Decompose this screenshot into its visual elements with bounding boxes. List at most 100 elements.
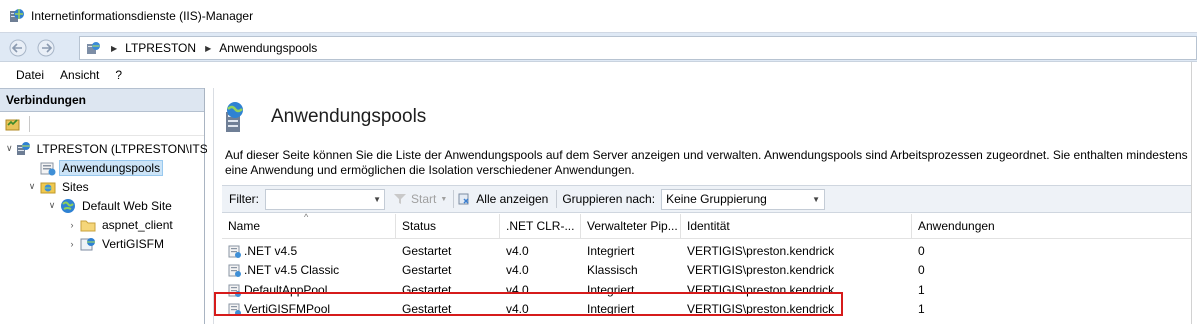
toolbar-divider	[29, 115, 30, 132]
table-row[interactable]: .NET v4.5 Gestartet v4.0 Integriert VERT…	[222, 241, 1197, 261]
column-label: Anwendungen	[918, 219, 995, 233]
web-app-icon	[80, 236, 96, 252]
filter-toolbar: Filter: ▼ Start ▼ Alle anzeigen Gruppier…	[222, 185, 1197, 213]
grid-header: ^ Name Status .NET CLR-... Verwalteter P…	[222, 212, 1197, 239]
toolbar-divider	[453, 190, 455, 208]
pool-apps: 1	[918, 282, 925, 297]
dropdown-arrow-icon[interactable]: ▼	[812, 195, 820, 204]
app-pool-icon	[228, 263, 242, 278]
column-header-applications[interactable]: Anwendungen	[912, 214, 1197, 238]
column-header-clr[interactable]: .NET CLR-...	[500, 214, 581, 238]
table-row-vertigisfmpool[interactable]: VertiGISFMPool Gestartet v4.0 Integriert…	[222, 300, 1197, 320]
tree-label: Default Web Site	[82, 198, 172, 213]
column-label: Status	[402, 219, 437, 233]
pool-pipeline: Integriert	[587, 282, 635, 297]
tree-item-aspnet-client[interactable]: › aspnet_client	[0, 215, 204, 234]
menu-file[interactable]: Datei	[8, 68, 52, 82]
group-by-value: Keine Gruppierung	[666, 192, 767, 206]
sort-ascending-icon: ^	[304, 212, 309, 222]
pool-status: Gestartet	[402, 243, 452, 258]
pool-clr: v4.0	[506, 302, 529, 317]
tree-item-server[interactable]: ∨ LTPRESTON (LTPRESTON\ITSA	[0, 139, 216, 158]
connections-panel: Verbindungen ∨ LTPRESTON (LTPRESTON\ITSA…	[0, 88, 216, 324]
tree-label: VertiGISFM	[102, 236, 165, 251]
window-right-edge	[1191, 62, 1197, 324]
filter-label: Filter:	[229, 192, 259, 206]
show-all-button[interactable]: Alle anzeigen	[458, 192, 548, 206]
column-label: Verwalteter Pip...	[587, 219, 678, 233]
server-globe-icon	[85, 40, 101, 56]
connections-header: Verbindungen	[0, 88, 204, 112]
toolbar-divider	[556, 190, 558, 208]
pool-clr: v4.0	[506, 282, 529, 297]
filter-input[interactable]: ▼	[265, 188, 385, 210]
breadcrumb-server[interactable]: LTPRESTON	[125, 41, 196, 55]
breadcrumb-separator-icon: ▶	[111, 43, 118, 53]
pool-status: Gestartet	[402, 263, 452, 278]
collapsed-chevron-icon[interactable]: ›	[66, 238, 78, 250]
server-icon	[15, 141, 31, 157]
pool-name: .NET v4.5 Classic	[244, 263, 340, 278]
start-button[interactable]: Start ▼	[393, 192, 447, 206]
back-button[interactable]	[6, 37, 30, 59]
menu-view[interactable]: Ansicht	[52, 68, 107, 82]
connections-toolbar	[0, 112, 204, 136]
dropdown-arrow-icon[interactable]: ▼	[373, 195, 381, 204]
collapsed-chevron-icon[interactable]: ›	[66, 219, 78, 231]
breadcrumb-app-pools[interactable]: Anwendungspools	[219, 41, 317, 55]
app-pool-icon	[228, 244, 242, 258]
title-bar: Internetinformationsdienste (IIS)-Manage…	[0, 0, 1197, 32]
expanded-chevron-icon[interactable]: ∨	[6, 143, 13, 155]
breadcrumb-separator-icon: ▶	[205, 43, 212, 53]
tree-item-default-web-site[interactable]: ∨ Default Web Site	[0, 196, 204, 215]
forward-button[interactable]	[34, 37, 58, 59]
column-header-name[interactable]: ^ Name	[222, 212, 396, 238]
pool-name: .NET v4.5	[244, 243, 298, 258]
app-pool-icon	[40, 160, 56, 176]
address-box[interactable]: ▶ LTPRESTON ▶ Anwendungspools	[79, 36, 1197, 60]
page-title: Anwendungspools	[271, 106, 427, 127]
table-row[interactable]: .NET v4.5 Classic Gestartet v4.0 Klassis…	[222, 261, 1197, 281]
tree-item-app-pools[interactable]: Anwendungspools	[0, 158, 204, 177]
connect-icon[interactable]	[5, 117, 21, 131]
globe-icon	[60, 198, 76, 214]
pool-apps: 1	[918, 302, 925, 317]
column-label: Name	[228, 219, 261, 233]
tree-item-sites[interactable]: ∨ Sites	[0, 177, 204, 196]
page-description: Auf dieser Seite können Sie die Liste de…	[225, 148, 1188, 177]
window-title: Internetinformationsdienste (IIS)-Manage…	[31, 9, 254, 23]
app-pools-large-icon	[221, 100, 255, 134]
sites-folder-icon	[40, 179, 56, 195]
page-header: Anwendungspools	[221, 100, 426, 134]
menu-help[interactable]: ?	[107, 68, 130, 82]
pool-identity: VERTIGIS\preston.kendrick	[687, 302, 835, 317]
pool-name: VertiGISFMPool	[244, 302, 331, 317]
start-label: Start	[411, 192, 437, 206]
show-all-icon	[458, 192, 472, 206]
table-row[interactable]: DefaultAppPool Gestartet v4.0 Integriert…	[222, 280, 1197, 300]
tree-label: Anwendungspools	[59, 159, 164, 176]
pool-apps: 0	[918, 263, 925, 278]
pool-identity: VERTIGIS\preston.kendrick	[687, 263, 835, 278]
pool-name: DefaultAppPool	[244, 282, 328, 297]
pool-apps: 0	[918, 243, 925, 258]
group-by-select[interactable]: Keine Gruppierung ▼	[661, 188, 826, 210]
tree-label: aspnet_client	[102, 217, 173, 232]
funnel-icon	[393, 192, 407, 206]
tree-item-vertigisfm[interactable]: › VertiGISFM	[0, 234, 204, 253]
column-header-status[interactable]: Status	[396, 214, 500, 238]
tree-label: LTPRESTON (LTPRESTON\ITSA	[36, 141, 216, 156]
expanded-chevron-icon[interactable]: ∨	[46, 200, 58, 212]
column-header-identity[interactable]: Identität	[681, 214, 912, 238]
column-header-pipeline[interactable]: Verwalteter Pip...	[581, 214, 681, 238]
pool-identity: VERTIGIS\preston.kendrick	[687, 282, 835, 297]
expanded-chevron-icon[interactable]: ∨	[26, 181, 38, 193]
column-label: Identität	[687, 219, 730, 233]
pool-status: Gestartet	[402, 282, 452, 297]
app-pool-icon	[228, 302, 242, 317]
pool-clr: v4.0	[506, 263, 529, 278]
column-label: .NET CLR-...	[506, 219, 575, 233]
pool-pipeline: Klassisch	[587, 263, 638, 278]
menu-bar: Datei Ansicht ?	[0, 62, 1197, 88]
